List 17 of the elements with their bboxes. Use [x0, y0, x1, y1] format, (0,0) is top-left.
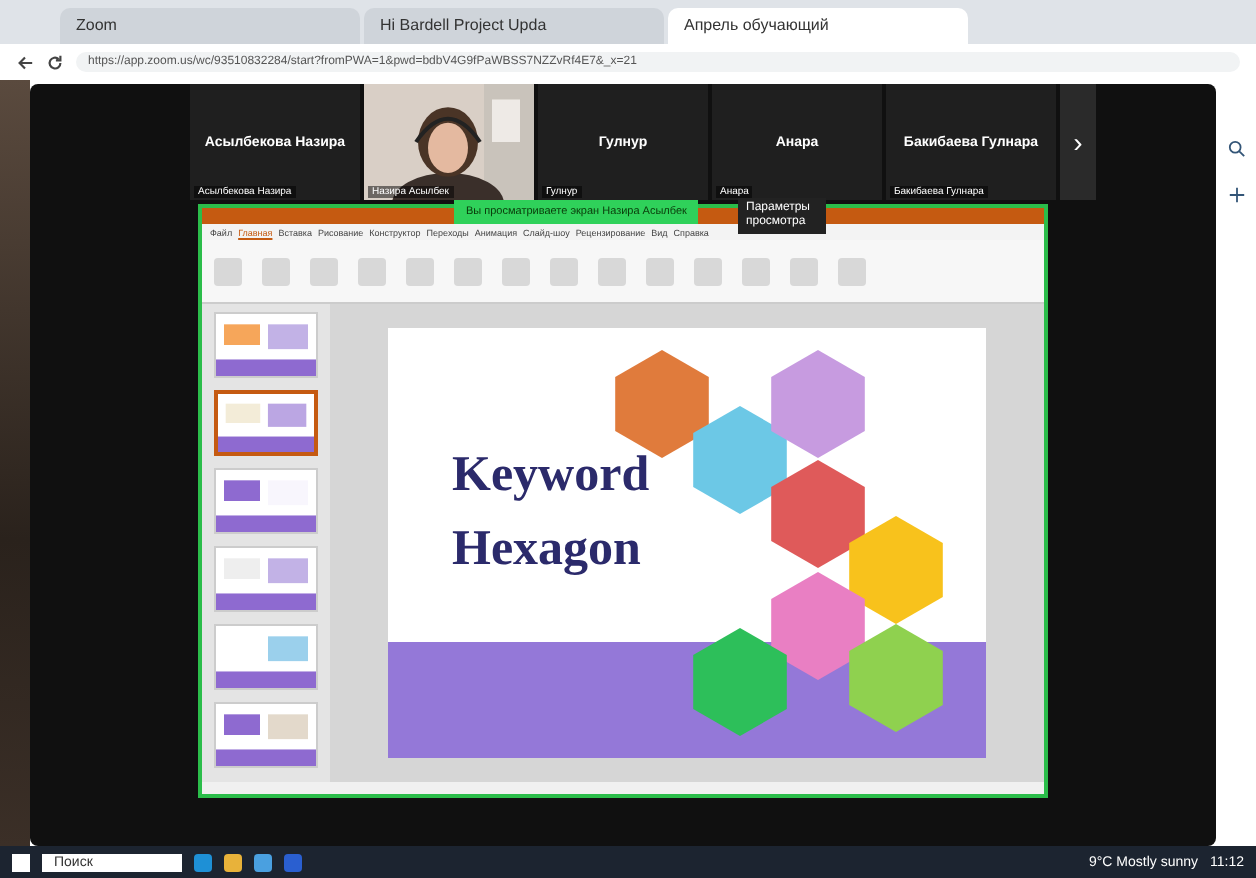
slide-thumbnail[interactable]	[214, 312, 318, 378]
slide-thumbnail[interactable]	[214, 468, 318, 534]
slide-title: Keyword	[452, 446, 650, 507]
windows-icon[interactable]	[12, 853, 30, 871]
slide-thumbnail[interactable]	[214, 624, 318, 690]
search-icon[interactable]	[1227, 140, 1245, 158]
slide-thumbnail[interactable]	[214, 546, 318, 612]
add-icon[interactable]	[1227, 186, 1245, 204]
browser-tab[interactable]: Апрель обучающий	[668, 8, 968, 44]
slide-thumbnail[interactable]	[214, 390, 318, 456]
slide-thumbnail[interactable]	[214, 702, 318, 768]
browser-tab[interactable]: Hi Bardell Project Upda	[364, 8, 664, 44]
slide-title: Hexagon	[452, 519, 643, 579]
back-icon[interactable]	[16, 53, 34, 71]
next-page-button[interactable]: ›	[1060, 84, 1096, 200]
reload-icon[interactable]	[46, 53, 64, 71]
browser-tab[interactable]: Zoom	[60, 8, 360, 44]
